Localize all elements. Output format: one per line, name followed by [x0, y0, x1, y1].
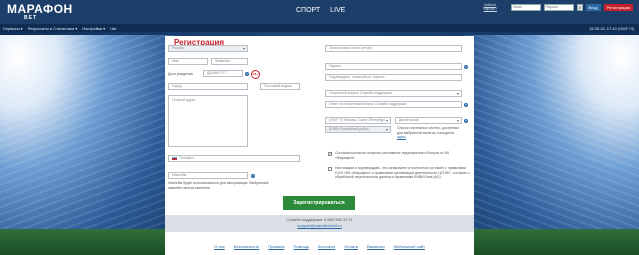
promo-consent-text: Согласие/согласна получать рекламные пре… [335, 151, 450, 160]
stadium-background-right [464, 35, 639, 255]
first-name-field[interactable]: Имя [168, 58, 208, 65]
postal-code-field[interactable]: Почтовый индекс [260, 83, 300, 90]
country-select[interactable]: Россия [168, 45, 248, 52]
terms-checkbox[interactable] [328, 167, 332, 171]
nav-sport[interactable]: СПОРТ [296, 7, 320, 14]
help-icon[interactable]: ? [464, 65, 468, 69]
login-button[interactable]: Вход [585, 3, 601, 11]
currency-info-link[interactable]: здесь [397, 135, 406, 139]
submit-button[interactable]: Зарегистрироваться [283, 196, 355, 210]
secret-answer-field[interactable]: Ответ на секретный вопрос Службы поддерж… [325, 101, 462, 108]
footer-link-rules[interactable]: Правила [268, 244, 284, 255]
nickname-note: Никнейм будет использоваться для авториз… [168, 181, 269, 190]
address-textarea[interactable]: Полный адрес [168, 95, 248, 147]
password-input[interactable]: Пароль [543, 3, 574, 11]
age-restriction-badge: 18+ [251, 70, 260, 79]
dob-label: Дата рождения [168, 72, 193, 76]
russia-flag-icon [172, 156, 177, 161]
top-header: МАРАФОН BET СПОРТ LIVE Забыли пароль? Ло… [0, 0, 639, 24]
phone-field[interactable]: Телефон [168, 155, 300, 162]
password-confirm-field[interactable]: Подтвердите, пожалуйста, пароль [325, 74, 462, 81]
support-phone: Служба поддержки: 8 800 550 20 11 [286, 217, 353, 222]
terms-consent-text: Настоящим я подтверждаю, что ознакомлен … [335, 166, 470, 179]
promo-checkbox[interactable]: ✓ [328, 152, 332, 156]
menu-results[interactable]: Результаты и Статистика ▾ [28, 26, 78, 31]
key-icon[interactable]: ⚷ [576, 3, 583, 11]
currency-note: Список платежных систем, доступных для в… [397, 126, 459, 139]
footer-link-about[interactable]: О нас [214, 244, 225, 255]
stadium-background-left [0, 35, 175, 255]
register-button[interactable]: Регистрация [603, 3, 633, 11]
menu-services[interactable]: Сервисы ▾ [3, 26, 23, 31]
nickname-field[interactable]: Никнейм [168, 172, 248, 179]
footer-link-mobile[interactable]: Мобильный сайт [394, 244, 425, 255]
support-block: Служба поддержки: 8 800 550 20 11 suppor… [165, 215, 474, 232]
menu-settings[interactable]: Настройки ▾ [82, 26, 105, 31]
main-nav: СПОРТ LIVE [296, 7, 345, 14]
menu-bar: Сервисы ▾ Результаты и Статистика ▾ Наст… [0, 24, 639, 32]
datetime: 15.05.15, 17:10 (GMT+3) [588, 25, 634, 31]
support-email-link[interactable]: support@marathonbet.ru [165, 222, 474, 228]
dob-field[interactable]: ДД.ММ.ГГГГ [203, 70, 243, 77]
help-icon[interactable]: ? [251, 174, 255, 178]
footer-link-security[interactable]: Безопасность [234, 244, 260, 255]
timezone-select[interactable]: (GMT+3) Москва, Санкт-Петербург [325, 117, 391, 124]
odds-format-select[interactable]: Десятичный [395, 117, 462, 124]
footer-link-contacts[interactable]: Контакты [318, 244, 335, 255]
logo[interactable]: МАРАФОН [7, 3, 73, 15]
nav-live[interactable]: LIVE [330, 7, 345, 14]
phone-placeholder: Телефон [179, 156, 194, 160]
login-input[interactable]: Логин [510, 3, 541, 11]
help-icon[interactable]: ? [245, 72, 249, 76]
footer-link-payment[interactable]: Оплата [344, 244, 358, 255]
email-field[interactable]: Электронная почта (email) [325, 45, 462, 52]
city-field[interactable]: Город [168, 83, 248, 90]
secret-question-select[interactable]: Секретный вопрос Службы поддержки [325, 90, 462, 97]
login-area: Забыли пароль? Логин Пароль ⚷ Вход Регис… [484, 3, 633, 11]
password-field[interactable]: Пароль [325, 63, 462, 70]
help-icon[interactable]: ? [464, 103, 468, 107]
currency-select[interactable]: (RUB) Российский рубль [325, 126, 391, 133]
menu-chat[interactable]: Чат [110, 26, 117, 31]
footer-links: О нас Безопасность Правила Помощь Контак… [165, 232, 474, 255]
help-icon[interactable]: ? [464, 119, 468, 123]
forgot-password-link[interactable]: Забыли пароль? [484, 3, 508, 11]
last-name-field[interactable]: Фамилия [211, 58, 248, 65]
footer-link-help[interactable]: Помощь [294, 244, 309, 255]
logo-sub: BET [24, 15, 37, 21]
footer-link-jobs[interactable]: Вакансии [367, 244, 385, 255]
